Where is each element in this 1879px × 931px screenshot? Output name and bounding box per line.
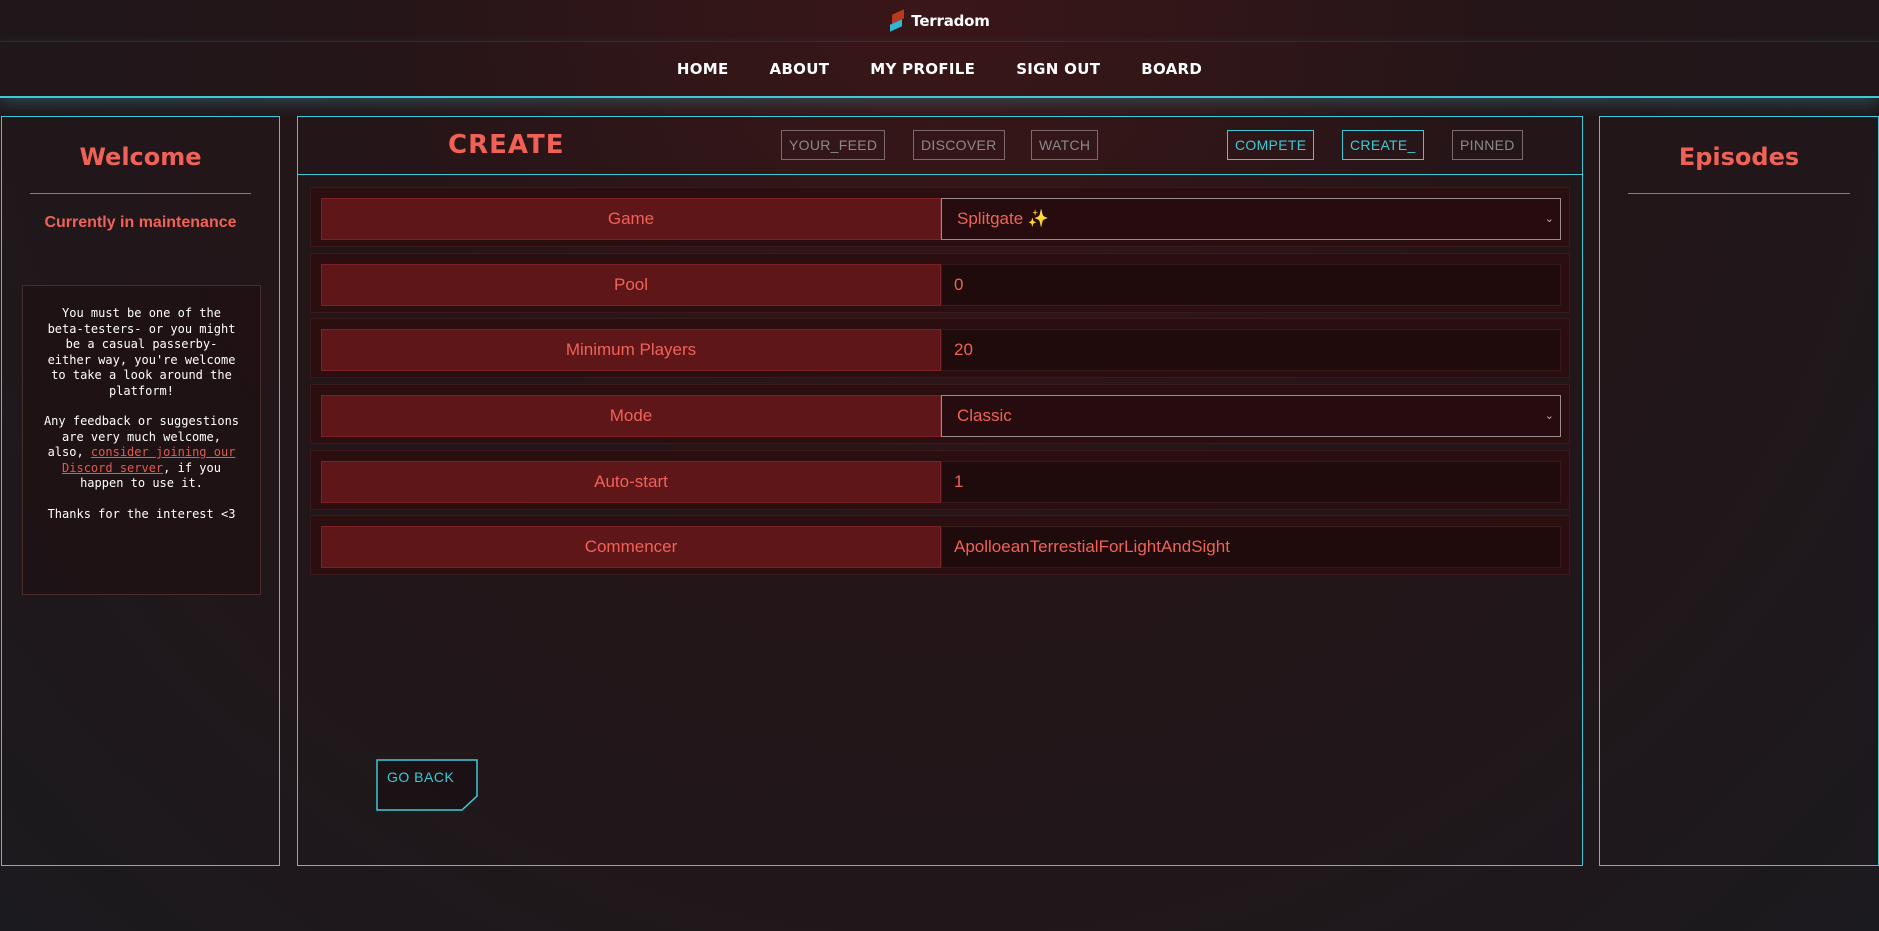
form-row-game: Game Splitgate ✨ ⌄ [310, 187, 1570, 247]
welcome-notice: You must be one of the beta-testers- or … [22, 285, 261, 595]
game-label: Game [321, 198, 941, 240]
commencer-label: Commencer [321, 526, 941, 568]
form-row-mode: Mode Classic ⌄ [310, 384, 1570, 444]
tab-discover[interactable]: DISCOVER [913, 130, 1005, 160]
pool-label: Pool [321, 264, 941, 306]
brand-name: Terradom [911, 11, 990, 30]
tab-compete[interactable]: COMPETE [1227, 130, 1315, 160]
go-back-button[interactable]: GO BACK [376, 759, 478, 811]
top-bar: Terradom [0, 0, 1879, 42]
min-players-label: Minimum Players [321, 329, 941, 371]
welcome-sidebar: Welcome Currently in maintenance You mus… [1, 116, 280, 866]
form-row-auto-start: Auto-start 1 [310, 450, 1570, 510]
nav-sign-out[interactable]: SIGN OUT [1016, 60, 1100, 78]
nav-home[interactable]: HOME [677, 60, 729, 78]
chevron-down-icon: ⌄ [1544, 213, 1554, 225]
notice-paragraph-3: Thanks for the interest <3 [47, 506, 236, 521]
pool-input[interactable]: 0 [941, 264, 1561, 306]
page-title: CREATE [448, 130, 565, 160]
tab-your-feed[interactable]: YOUR_FEED [781, 130, 886, 160]
welcome-title: Welcome [79, 143, 202, 171]
panel-header: CREATE YOUR_FEED DISCOVER WATCH COMPETE … [298, 117, 1582, 175]
form-row-pool: Pool 0 [310, 253, 1570, 313]
terradom-logo-icon [889, 8, 907, 32]
mode-label: Mode [321, 395, 941, 437]
game-select-value: Splitgate ✨ [957, 209, 1050, 228]
divider [1628, 193, 1850, 194]
game-select[interactable]: Splitgate ✨ ⌄ [941, 198, 1561, 240]
nav-my-profile[interactable]: MY PROFILE [870, 60, 975, 78]
form-row-commencer: Commencer ApolloeanTerrestialForLightAnd… [310, 515, 1570, 575]
episodes-sidebar: Episodes [1599, 116, 1879, 866]
nav-board[interactable]: BOARD [1141, 60, 1202, 78]
nav-about[interactable]: ABOUT [770, 60, 830, 78]
episodes-title: Episodes [1678, 143, 1800, 171]
main-nav: HOME ABOUT MY PROFILE SIGN OUT BOARD [0, 42, 1879, 98]
chevron-down-icon: ⌄ [1544, 410, 1554, 422]
maintenance-status: Currently in maintenance [44, 214, 237, 231]
tab-watch[interactable]: WATCH [1031, 130, 1099, 160]
form-row-min-players: Minimum Players 20 [310, 318, 1570, 378]
auto-start-input[interactable]: 1 [941, 461, 1561, 503]
mode-select-value: Classic [957, 406, 1012, 425]
min-players-input[interactable]: 20 [941, 329, 1561, 371]
notice-paragraph-2: Any feedback or suggestions are very muc… [43, 414, 240, 490]
mode-select[interactable]: Classic ⌄ [941, 395, 1561, 437]
go-back-label: GO BACK [387, 769, 455, 785]
divider [30, 193, 251, 194]
commencer-input[interactable]: ApolloeanTerrestialForLightAndSight [941, 526, 1561, 568]
notice-paragraph-1: You must be one of the beta-testers- or … [47, 306, 236, 398]
auto-start-label: Auto-start [321, 461, 941, 503]
tab-pinned[interactable]: PINNED [1452, 130, 1523, 160]
brand-logo[interactable]: Terradom [889, 8, 990, 32]
create-form: Game Splitgate ✨ ⌄ Pool 0 Minimum Player… [310, 187, 1570, 581]
create-panel: CREATE YOUR_FEED DISCOVER WATCH COMPETE … [297, 116, 1583, 866]
tab-create[interactable]: CREATE_ [1342, 130, 1424, 160]
